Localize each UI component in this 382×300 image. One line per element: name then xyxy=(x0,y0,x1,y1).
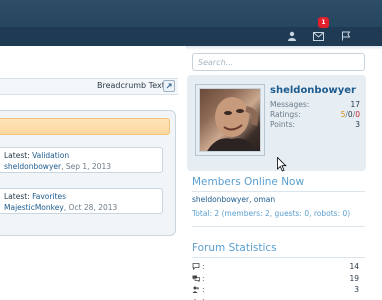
latest-thread-link[interactable]: Validation xyxy=(32,151,69,160)
stat-label: : xyxy=(202,285,205,294)
stat-label: Points: xyxy=(270,120,296,129)
external-link-icon xyxy=(166,83,172,89)
breadcrumb-jump-button[interactable] xyxy=(163,80,175,92)
stat-label: Messages: xyxy=(270,100,310,109)
rating-positive: 5 xyxy=(340,110,346,119)
flag-icon[interactable] xyxy=(338,28,354,44)
latest-user-link[interactable]: MajesticMonkey xyxy=(4,203,64,212)
stat-messages-total: : 19 xyxy=(192,274,359,283)
mouse-pointer-icon xyxy=(277,156,287,174)
rating-neutral: 0 xyxy=(347,110,353,119)
users-icon xyxy=(192,286,199,293)
visitor-username[interactable]: sheldonbowyer xyxy=(270,85,356,96)
stat-value[interactable]: 5/0/0 xyxy=(341,110,360,119)
stat-value[interactable]: 17 xyxy=(350,100,360,109)
search-input[interactable] xyxy=(192,53,365,71)
stat-label: Ratings: xyxy=(270,110,301,119)
stat-label: : xyxy=(202,274,205,283)
online-total: Total: 2 (members: 2, guests: 0, robots:… xyxy=(192,209,351,218)
avatar-image xyxy=(199,88,261,152)
category-header-bar xyxy=(0,118,170,135)
stat-label: : xyxy=(202,262,205,271)
latest-date: Sep 1, 2013 xyxy=(65,162,112,171)
stat-value: 14 xyxy=(349,262,359,271)
latest-post-box: Latest: Validation sheldonbowyer, Sep 1,… xyxy=(0,147,163,173)
notification-badge[interactable]: 1 xyxy=(318,17,329,28)
latest-label: Latest: xyxy=(4,151,30,160)
stat-discussions: : 14 xyxy=(192,262,359,271)
chat-bubbles-icon xyxy=(192,275,200,282)
divider xyxy=(192,226,365,227)
breadcrumb-text[interactable]: Breadcrumb Text xyxy=(97,81,165,90)
stat-value: 3 xyxy=(354,285,359,294)
stat-messages: Messages: 17 xyxy=(270,100,360,109)
avatar[interactable] xyxy=(195,84,265,156)
latest-user-link[interactable]: sheldonbowyer xyxy=(4,162,61,171)
forum-statistics-title: Forum Statistics xyxy=(192,242,277,254)
divider xyxy=(192,191,365,192)
members-online-title[interactable]: Members Online Now xyxy=(192,176,304,188)
latest-thread-link[interactable]: Favorites xyxy=(32,192,66,201)
stat-points: Points: 3 xyxy=(270,120,360,129)
stat-latest-member: : xyxy=(192,296,359,300)
stat-label: : xyxy=(202,296,205,300)
speech-bubble-icon xyxy=(192,263,200,270)
user-icon[interactable] xyxy=(284,28,300,44)
divider xyxy=(192,257,365,258)
stat-value[interactable]: 3 xyxy=(355,120,360,129)
stat-value: 19 xyxy=(349,274,359,283)
latest-post-box: Latest: Favorites MajesticMonkey, Oct 28… xyxy=(0,188,163,214)
latest-date: Oct 28, 2013 xyxy=(68,203,118,212)
stat-members: : 3 xyxy=(192,285,359,294)
stat-ratings: Ratings: 5/0/0 xyxy=(270,110,360,119)
rating-negative: 0 xyxy=(355,110,360,119)
latest-label: Latest: xyxy=(4,192,30,201)
inbox-icon[interactable] xyxy=(310,28,326,44)
online-users-list[interactable]: sheldonbowyer, oman xyxy=(192,195,275,204)
